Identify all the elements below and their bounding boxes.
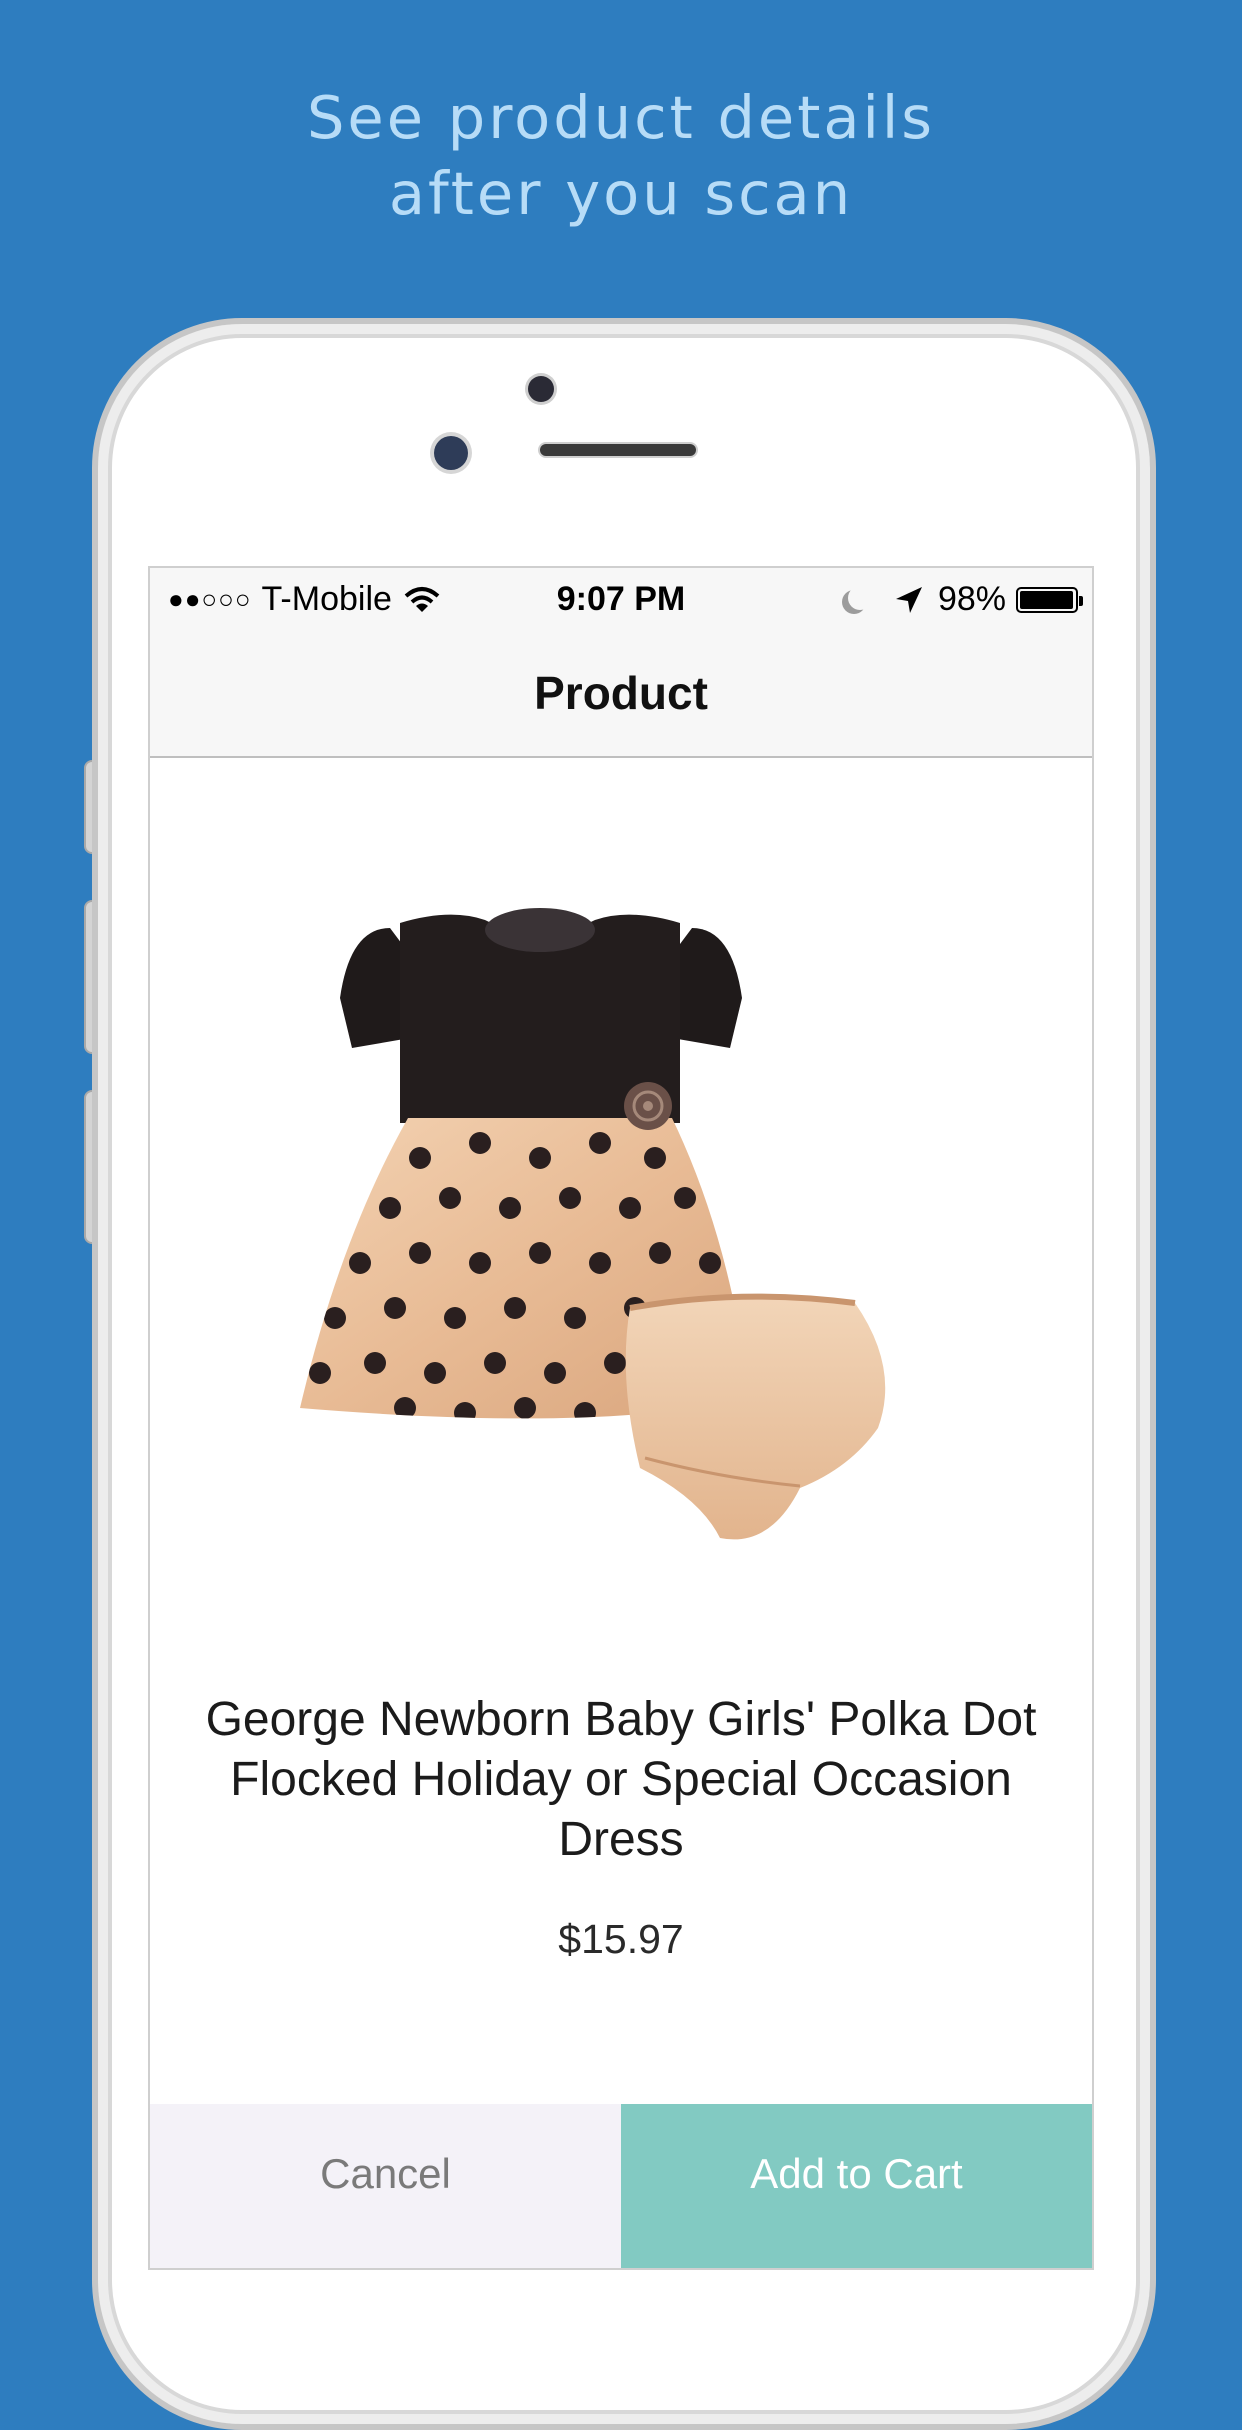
nav-title: Product [534, 667, 708, 719]
moon-icon [848, 586, 872, 610]
battery-icon [1016, 586, 1083, 613]
navigation-bar: Product [150, 630, 1092, 758]
sensor-icon [434, 436, 468, 470]
battery-fill [1020, 590, 1073, 609]
headline-line-2: after you scan [388, 159, 854, 228]
status-bar-right: 98% [848, 580, 1083, 619]
cancel-button[interactable]: Cancel [150, 2104, 621, 2268]
product-price: $15.97 [558, 1916, 684, 1962]
product-image [300, 908, 886, 1540]
action-bar: Cancel Add to Cart [150, 2104, 1092, 2268]
product-name: George Newborn Baby Girls' Polka Dot Flo… [205, 1693, 1037, 1866]
speaker-grille-icon [540, 444, 696, 456]
headline-line-1: See product details [306, 83, 936, 152]
add-to-cart-button[interactable]: Add to Cart [621, 2104, 1092, 2268]
location-arrow-icon [895, 586, 922, 613]
front-camera-icon [528, 376, 554, 402]
marketing-headline: See product details after you scan [0, 80, 1242, 232]
status-bar: ●●○○○ T-Mobile 9:07 PM 98% [150, 568, 1092, 630]
app-screen: ●●○○○ T-Mobile 9:07 PM 98% Product Georg… [148, 566, 1094, 2270]
battery-percentage: 98% [937, 580, 1006, 618]
